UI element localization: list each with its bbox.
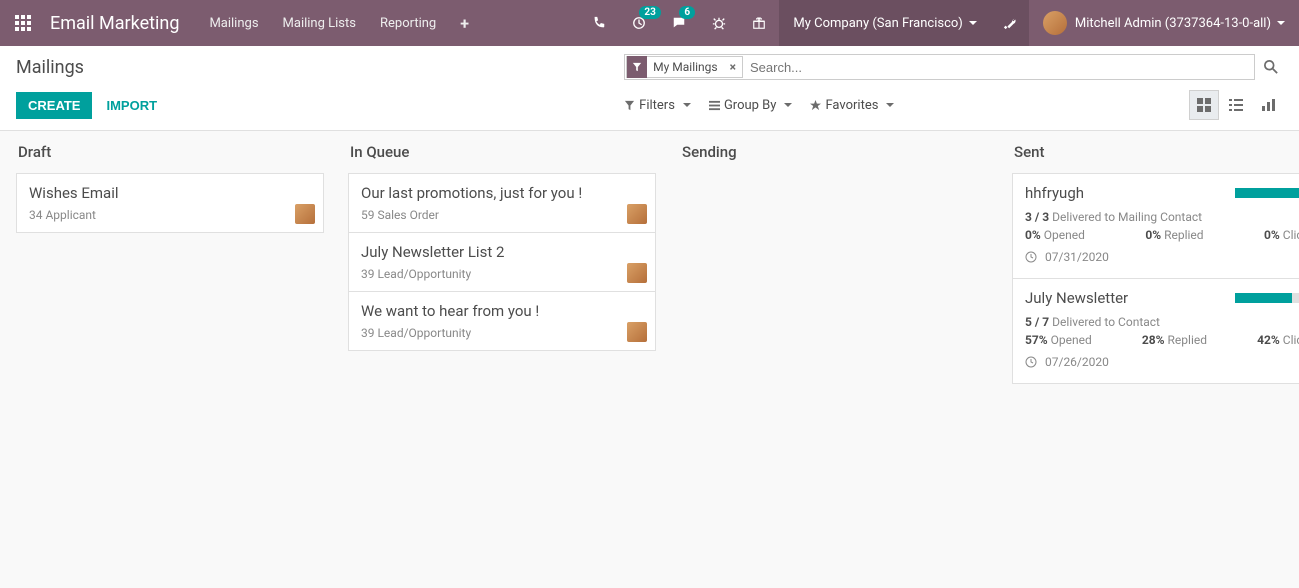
card-subtitle: 39 Lead/Opportunity bbox=[361, 326, 643, 340]
column-title[interactable]: Draft bbox=[16, 143, 324, 161]
apps-icon[interactable] bbox=[0, 0, 46, 46]
kanban-card[interactable]: hhfryugh 3 / 3 Delivered to Mailing Cont… bbox=[1012, 173, 1299, 279]
card-subtitle: 59 Sales Order bbox=[361, 208, 643, 222]
company-switcher[interactable]: My Company (San Francisco) bbox=[779, 0, 990, 46]
card-subtitle: 34 Applicant bbox=[29, 208, 311, 222]
favorites-dropdown[interactable]: Favorites bbox=[810, 98, 894, 113]
card-title: Our last promotions, just for you ! bbox=[361, 184, 643, 202]
user-name: Mitchell Admin (3737364-13-0-all) bbox=[1075, 16, 1271, 31]
facet-label: My Mailings bbox=[647, 60, 723, 74]
column-title[interactable]: In Queue bbox=[348, 143, 656, 161]
app-title: Email Marketing bbox=[46, 13, 197, 34]
facet-remove[interactable]: × bbox=[724, 60, 742, 74]
gift-icon[interactable] bbox=[739, 0, 779, 46]
clock-icon bbox=[1025, 356, 1037, 368]
kanban-view-button[interactable] bbox=[1189, 90, 1219, 120]
avatar bbox=[627, 263, 647, 283]
activities-badge: 23 bbox=[639, 6, 660, 19]
kanban-column-draft: Draft Wishes Email 34 Applicant bbox=[0, 143, 332, 587]
card-subtitle: 39 Lead/Opportunity bbox=[361, 267, 643, 281]
kanban-column-sending: Sending bbox=[664, 143, 996, 587]
filters-dropdown[interactable]: Filters bbox=[624, 98, 691, 113]
avatar bbox=[1043, 11, 1067, 35]
chevron-down-icon bbox=[683, 103, 691, 107]
nav-item-mailings[interactable]: Mailings bbox=[197, 0, 270, 46]
chevron-down-icon bbox=[784, 103, 792, 107]
kanban-column-sent: Sent hhfryugh 3 / 3 Delivered to Mailing… bbox=[996, 143, 1299, 587]
card-title: July Newsletter bbox=[1025, 289, 1128, 307]
nav-item-new[interactable]: + bbox=[448, 0, 481, 46]
debug-icon[interactable] bbox=[699, 0, 739, 46]
avatar bbox=[627, 204, 647, 224]
date-row: 07/26/2020 bbox=[1025, 355, 1299, 369]
kanban-card[interactable]: July Newsletter List 2 39 Lead/Opportuni… bbox=[348, 232, 656, 292]
nav-menu: Mailings Mailing Lists Reporting + bbox=[197, 0, 481, 46]
nav-item-mailing-lists[interactable]: Mailing Lists bbox=[271, 0, 368, 46]
avatar bbox=[295, 204, 315, 224]
stats-row: 0% Opened 0% Replied 0% Clicks bbox=[1025, 228, 1299, 242]
progress-bar bbox=[1235, 188, 1299, 198]
card-title: Wishes Email bbox=[29, 184, 311, 202]
activities-icon[interactable]: 23 bbox=[619, 0, 659, 46]
delivered-line: 3 / 3 Delivered to Mailing Contact bbox=[1025, 210, 1299, 224]
chevron-down-icon bbox=[969, 21, 977, 25]
topnav: Email Marketing Mailings Mailing Lists R… bbox=[0, 0, 1299, 46]
kanban-card[interactable]: Wishes Email 34 Applicant bbox=[16, 173, 324, 233]
search-input[interactable] bbox=[744, 56, 1254, 78]
clock-icon bbox=[1025, 251, 1037, 263]
discuss-badge: 6 bbox=[679, 6, 695, 19]
phone-icon[interactable] bbox=[579, 0, 619, 46]
user-menu[interactable]: Mitchell Admin (3737364-13-0-all) bbox=[1029, 0, 1299, 46]
card-title: July Newsletter List 2 bbox=[361, 243, 643, 261]
column-title[interactable]: Sent bbox=[1012, 143, 1299, 161]
kanban-board: Draft Wishes Email 34 Applicant In Queue… bbox=[0, 131, 1299, 587]
delivered-line: 5 / 7 Delivered to Contact bbox=[1025, 315, 1299, 329]
chevron-down-icon bbox=[1277, 21, 1285, 25]
create-button[interactable]: CREATE bbox=[16, 92, 92, 119]
column-title[interactable]: Sending bbox=[680, 143, 988, 161]
card-title: We want to hear from you ! bbox=[361, 302, 643, 320]
discuss-icon[interactable]: 6 bbox=[659, 0, 699, 46]
import-button[interactable]: IMPORT bbox=[98, 92, 165, 119]
search-facet: My Mailings × bbox=[626, 56, 743, 78]
card-title: hhfryugh bbox=[1025, 184, 1084, 202]
groupby-dropdown[interactable]: Group By bbox=[709, 98, 793, 113]
avatar bbox=[627, 322, 647, 342]
search-box[interactable]: My Mailings × bbox=[624, 54, 1255, 80]
breadcrumb: Mailings bbox=[16, 57, 624, 78]
date-row: 07/31/2020 bbox=[1025, 250, 1299, 264]
filter-icon bbox=[627, 56, 647, 78]
favorites-label: Favorites bbox=[825, 98, 878, 113]
control-panel: Mailings My Mailings × CREATE IMPORT bbox=[0, 46, 1299, 131]
progress-bar bbox=[1235, 293, 1299, 303]
stats-row: 57% Opened 28% Replied 42% Clicks bbox=[1025, 333, 1299, 347]
filters-label: Filters bbox=[639, 98, 675, 113]
groupby-label: Group By bbox=[724, 98, 777, 113]
dev-tools-icon[interactable] bbox=[991, 0, 1029, 46]
kanban-card[interactable]: July Newsletter 5 / 7 Delivered to Conta… bbox=[1012, 278, 1299, 384]
kanban-card[interactable]: We want to hear from you ! 39 Lead/Oppor… bbox=[348, 291, 656, 351]
search-icon[interactable] bbox=[1259, 60, 1283, 74]
chevron-down-icon bbox=[886, 103, 894, 107]
nav-item-reporting[interactable]: Reporting bbox=[368, 0, 448, 46]
kanban-column-queue: In Queue Our last promotions, just for y… bbox=[332, 143, 664, 587]
company-name: My Company (San Francisco) bbox=[793, 16, 962, 31]
kanban-card[interactable]: Our last promotions, just for you ! 59 S… bbox=[348, 173, 656, 233]
graph-view-button[interactable] bbox=[1253, 90, 1283, 120]
list-view-button[interactable] bbox=[1221, 90, 1251, 120]
